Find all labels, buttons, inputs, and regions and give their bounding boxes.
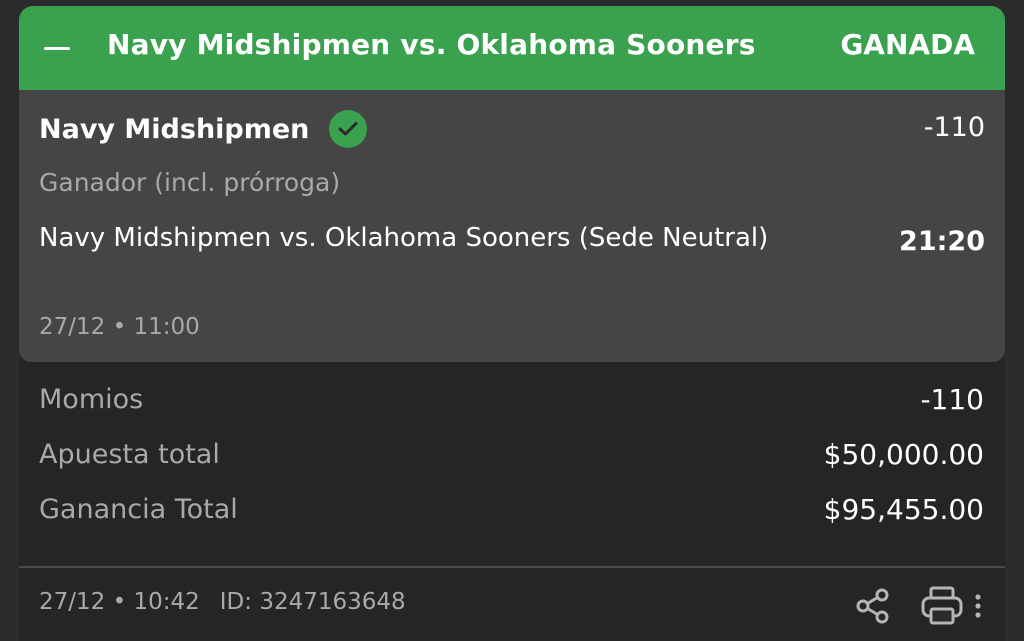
share-icon (856, 588, 889, 624)
summary-value: $95,455.00 (823, 492, 984, 526)
check-circle-icon (329, 110, 368, 148)
market-name: Ganador (incl. prórroga) (39, 168, 341, 197)
event-name: Navy Midshipmen vs. Oklahoma Sooners (Se… (39, 223, 769, 253)
collapse-button[interactable] (41, 34, 73, 62)
print-icon (921, 586, 963, 625)
bet-id: ID: 3247163648 (219, 589, 406, 615)
event-date: 27/12 • 11:00 (39, 314, 200, 340)
selection-odds: -110 (923, 112, 985, 143)
footer-divider (19, 566, 1005, 568)
summary-value: $50,000.00 (823, 437, 984, 471)
selected-team: Navy Midshipmen (39, 113, 310, 145)
share-button[interactable] (854, 587, 892, 625)
bet-meta: 27/12 • 10:42 ID: 3247163648 (39, 589, 406, 615)
summary-label: Apuesta total (39, 438, 220, 470)
summary-row-odds: Momios -110 (39, 379, 984, 419)
summary-label: Ganancia Total (39, 493, 238, 525)
final-score: 21:20 (899, 226, 985, 257)
summary-label: Momios (39, 383, 144, 415)
summary-row-stake: Apuesta total $50,000.00 (39, 434, 984, 474)
print-button[interactable] (920, 585, 964, 627)
bet-status-badge: GANADA (840, 28, 975, 61)
more-button[interactable] (968, 590, 988, 624)
more-vertical-icon (975, 594, 981, 618)
match-title: Navy Midshipmen vs. Oklahoma Sooners (107, 28, 756, 61)
selection-panel: Navy Midshipmen -110 Ganador (incl. prór… (19, 90, 1005, 362)
selection-team-row: Navy Midshipmen (39, 110, 368, 148)
bet-header[interactable]: Navy Midshipmen vs. Oklahoma Sooners GAN… (19, 6, 1005, 90)
placed-date: 27/12 • 10:42 (39, 589, 200, 615)
summary-row-payout: Ganancia Total $95,455.00 (39, 489, 984, 529)
summary-value: -110 (920, 382, 984, 416)
minus-icon (44, 47, 70, 50)
bet-detail-page: Navy Midshipmen vs. Oklahoma Sooners GAN… (0, 0, 1024, 641)
